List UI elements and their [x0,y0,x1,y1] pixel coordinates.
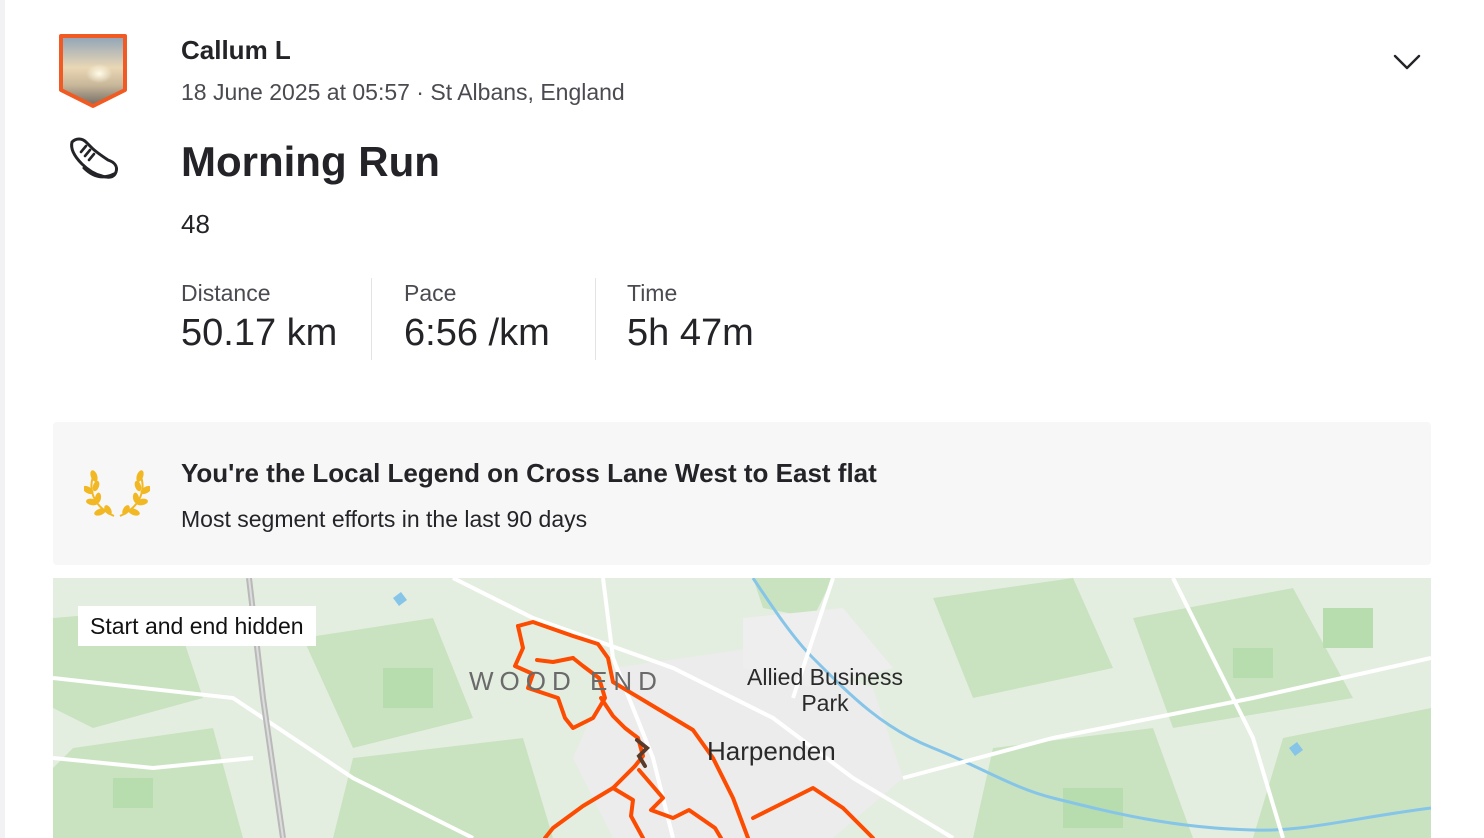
running-shoe-icon [66,134,122,184]
local-legend-title[interactable]: You're the Local Legend on Cross Lane We… [181,456,877,490]
activity-meta: 18 June 2025 at 05:57 · St Albans, Engla… [181,79,625,105]
stat-divider [371,278,372,360]
stat-distance: Distance 50.17 km [181,278,337,356]
map-label-line: Allied Business [747,664,903,690]
stat-label: Pace [404,280,457,306]
start-end-hidden-badge: Start and end hidden [78,606,316,646]
stat-value: 50.17 km [181,312,338,354]
laurel-icon [82,466,152,522]
stat-time: Time 5h 47m [627,278,754,356]
stat-label: Time [627,280,678,306]
local-legend-subtitle: Most segment efforts in the last 90 days [181,506,588,532]
stat-value: 5h 47m [627,312,754,354]
athlete-avatar[interactable] [57,32,129,110]
map-label-wood-end: WOOD END [469,666,663,696]
chevron-down-icon[interactable] [1390,50,1424,74]
left-border [0,0,5,838]
map-label-harpenden: Harpenden [707,736,836,766]
activity-title[interactable]: Morning Run [181,136,440,188]
stat-divider [595,278,596,360]
map-label-allied-business-park: Allied Business Park [747,664,903,716]
athlete-name[interactable]: Callum L [181,34,291,66]
map-label-line: Park [801,690,849,716]
stat-label: Distance [181,280,271,306]
local-legend-card[interactable] [53,422,1431,565]
activity-description: 48 [181,209,210,239]
route-map[interactable]: Start and end hidden WOOD END Allied Bus… [53,578,1431,838]
stat-pace: Pace 6:56 /km [404,278,550,356]
stat-value: 6:56 /km [404,312,550,354]
